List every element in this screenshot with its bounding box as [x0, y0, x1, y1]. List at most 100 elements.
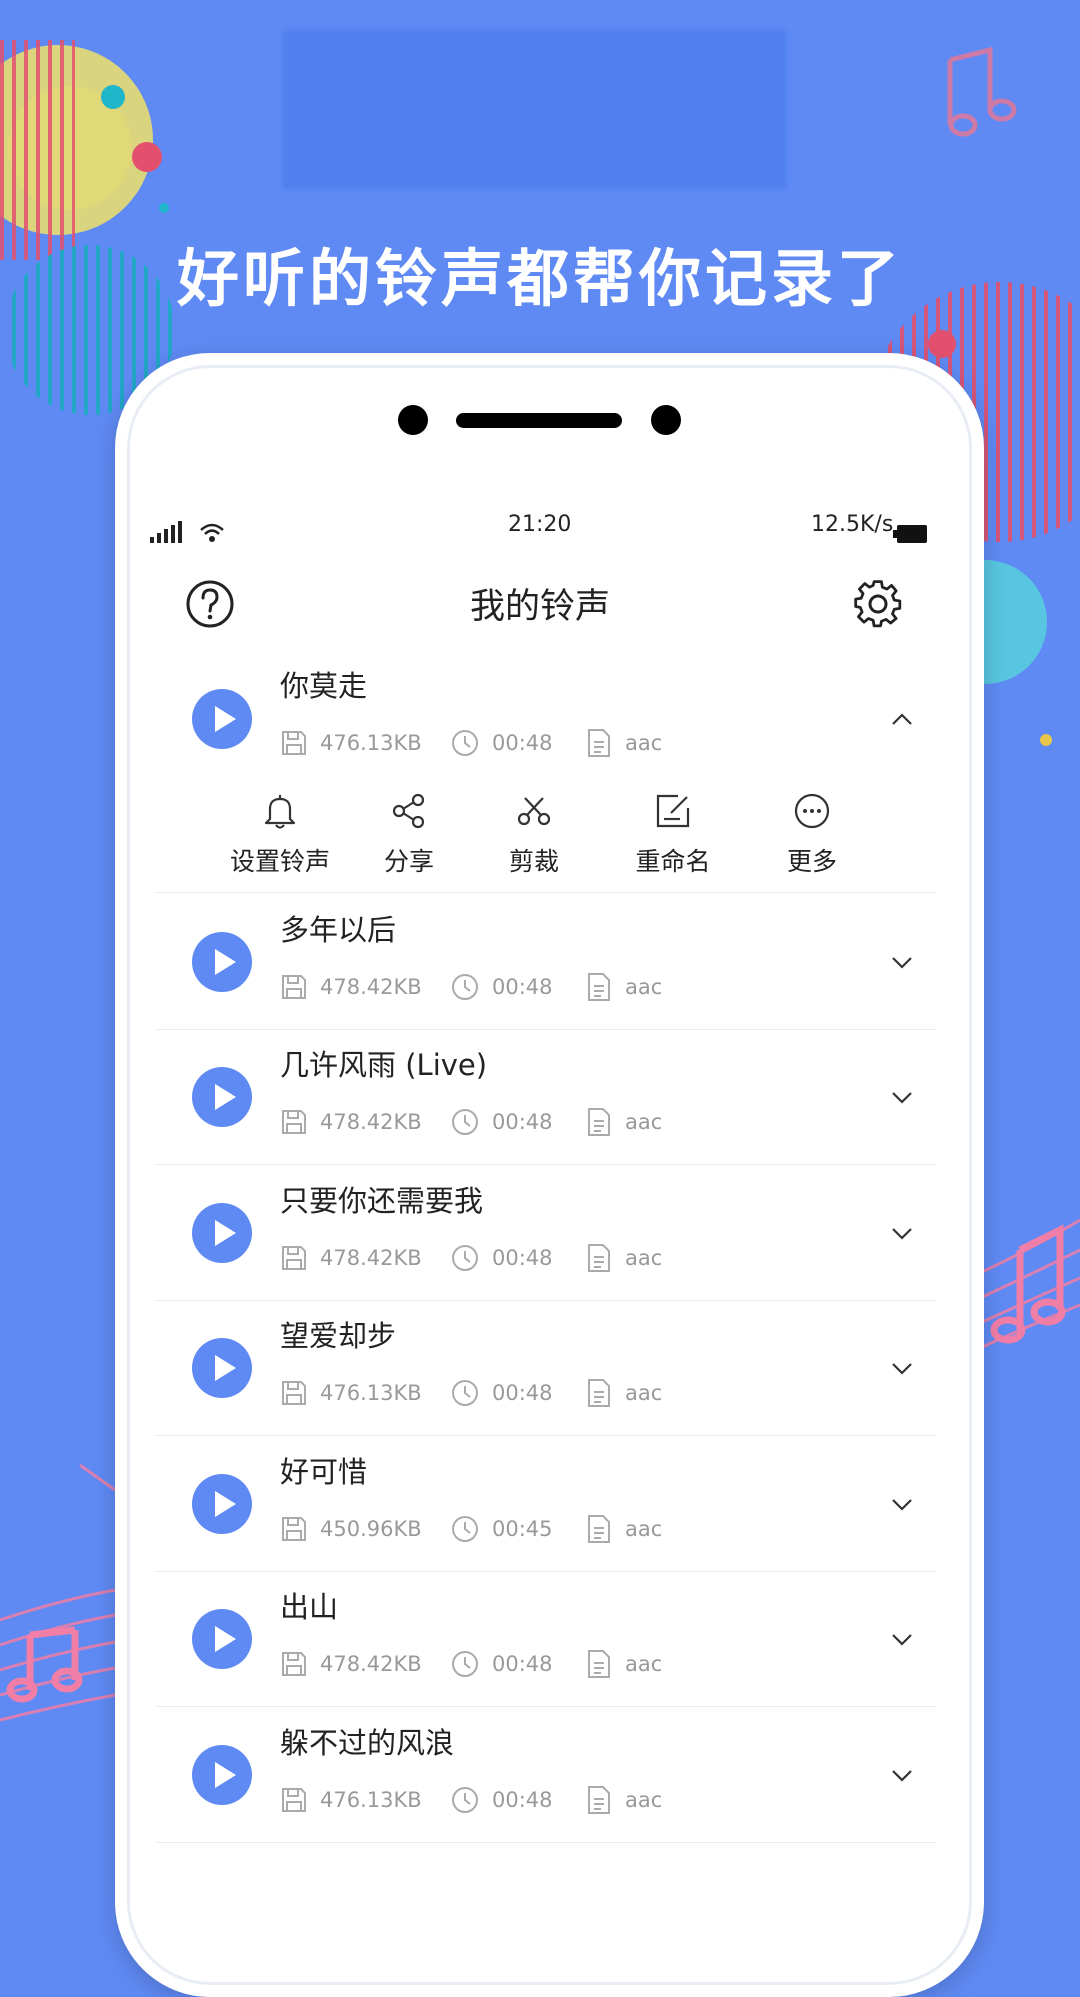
play-button[interactable] — [192, 1473, 252, 1534]
play-icon — [215, 948, 236, 975]
ringtone-title: 望爱却步 — [280, 1319, 397, 1353]
ringtone-size: 478.42KB — [280, 1243, 422, 1273]
chevron-down-icon[interactable] — [889, 1494, 915, 1514]
ringtone-size: 450.96KB — [280, 1514, 422, 1544]
ringtone-format: aac — [585, 1785, 662, 1815]
ringtone-format-value: aac — [625, 1381, 663, 1405]
ringtone-title: 你莫走 — [280, 669, 368, 703]
file-size-icon — [282, 1652, 306, 1676]
ringtone-duration-value: 00:48 — [492, 1381, 553, 1405]
share-icon — [392, 793, 425, 829]
play-button[interactable] — [192, 1066, 252, 1127]
file-size-icon — [282, 731, 306, 755]
clock-icon — [452, 730, 478, 756]
ringtone-size-value: 476.13KB — [320, 731, 422, 755]
file-size-icon — [282, 1381, 306, 1405]
ringtone-size-value: 476.13KB — [320, 1381, 422, 1405]
clock-icon — [452, 1109, 478, 1135]
trim-label: 剪裁 — [508, 847, 559, 876]
ringtone-size: 476.13KB — [280, 728, 422, 758]
chevron-down-icon[interactable] — [889, 1358, 915, 1378]
ringtone-size: 476.13KB — [280, 1785, 422, 1815]
more-label: 更多 — [786, 847, 837, 876]
play-button[interactable] — [192, 931, 252, 992]
chevron-up-icon[interactable] — [889, 709, 915, 729]
promo-headline: 好听的铃声都帮你记录了 — [176, 242, 903, 315]
file-format-icon — [588, 1379, 610, 1407]
status-time: 21:20 — [508, 512, 572, 537]
play-button[interactable] — [192, 1337, 252, 1398]
gear-icon[interactable] — [852, 578, 904, 630]
page-title: 我的铃声 — [469, 587, 610, 627]
ringtone-format: aac — [585, 728, 662, 758]
more-icon — [794, 793, 830, 829]
ringtone-size: 478.42KB — [280, 1649, 422, 1679]
ringtone-format-value: aac — [625, 731, 663, 755]
play-icon — [215, 1761, 236, 1788]
ringtone-size: 476.13KB — [280, 1378, 422, 1408]
more-button[interactable]: 更多 — [747, 788, 877, 878]
rename-button[interactable]: 重命名 — [608, 788, 738, 878]
play-button[interactable] — [192, 1744, 252, 1805]
expanded-actions: 设置铃声 分享 剪裁 重命名 更多 — [155, 788, 937, 893]
ringtone-format: aac — [585, 972, 662, 1002]
ringtone-format-value: aac — [625, 1788, 663, 1812]
ringtone-duration: 00:48 — [450, 1785, 553, 1815]
ringtone-row[interactable]: 几许风雨 (Live) 478.42KB 00:48 aac — [155, 1029, 937, 1165]
battery-icon — [893, 525, 927, 543]
clock-icon — [452, 1516, 478, 1542]
scissors-icon — [517, 797, 551, 826]
ringtone-format: aac — [585, 1243, 662, 1273]
ringtone-duration-value: 00:48 — [492, 1110, 553, 1134]
ringtone-duration: 00:48 — [450, 1107, 553, 1137]
ringtone-duration-value: 00:48 — [492, 731, 553, 755]
set-ringtone-button[interactable]: 设置铃声 — [215, 788, 345, 878]
ringtone-size-value: 478.42KB — [320, 1652, 422, 1676]
chevron-down-icon[interactable] — [889, 952, 915, 972]
camera-dot — [398, 405, 428, 435]
ringtone-row[interactable]: 只要你还需要我 478.42KB 00:48 aac — [155, 1165, 937, 1301]
ringtone-format-value: aac — [625, 1652, 663, 1676]
file-size-icon — [282, 1517, 306, 1541]
ringtone-row[interactable]: 你莫走 476.13KB 00:48 aac — [155, 650, 937, 788]
ringtone-size-value: 476.13KB — [320, 1788, 422, 1812]
chevron-down-icon[interactable] — [889, 1223, 915, 1243]
play-button[interactable] — [192, 1608, 252, 1669]
play-button[interactable] — [192, 689, 252, 749]
clock-icon — [452, 974, 478, 1000]
file-format-icon — [588, 1244, 610, 1272]
ringtone-format: aac — [585, 1649, 662, 1679]
ringtone-format: aac — [585, 1514, 662, 1544]
file-size-icon — [282, 975, 306, 999]
chevron-down-icon[interactable] — [889, 1629, 915, 1649]
set-ringtone-label: 设置铃声 — [229, 847, 330, 876]
share-button[interactable]: 分享 — [344, 788, 474, 878]
ringtone-title: 出山 — [280, 1590, 339, 1624]
sensor-dot — [651, 405, 681, 435]
play-icon — [215, 706, 236, 732]
ringtone-row[interactable]: 多年以后 478.42KB 00:48 aac — [155, 894, 937, 1030]
network-speed: 12.5K/s — [811, 512, 894, 537]
file-format-icon — [588, 1515, 610, 1543]
ringtone-size: 478.42KB — [280, 972, 422, 1002]
trim-button[interactable]: 剪裁 — [469, 788, 599, 878]
play-button[interactable] — [192, 1202, 252, 1263]
ringtone-duration-value: 00:48 — [492, 975, 553, 999]
ringtone-format-value: aac — [625, 975, 663, 999]
ringtone-row[interactable]: 望爱却步 476.13KB 00:48 aac — [155, 1300, 937, 1436]
ringtone-row[interactable]: 出山 478.42KB 00:48 aac — [155, 1571, 937, 1707]
ringtone-format-value: aac — [625, 1246, 663, 1270]
ringtone-title: 好可惜 — [280, 1455, 368, 1489]
signal-icon — [150, 521, 182, 543]
file-size-icon — [282, 1788, 306, 1812]
chevron-down-icon[interactable] — [889, 1087, 915, 1107]
ringtone-duration-value: 00:45 — [492, 1517, 553, 1541]
speaker-grille — [456, 413, 622, 428]
file-size-icon — [282, 1110, 306, 1134]
ringtone-duration: 00:48 — [450, 1649, 553, 1679]
ringtone-row[interactable]: 躲不过的风浪 476.13KB 00:48 aac — [155, 1707, 937, 1843]
chevron-down-icon[interactable] — [889, 1765, 915, 1785]
edit-icon — [656, 794, 690, 828]
ringtone-size-value: 478.42KB — [320, 975, 422, 999]
ringtone-row[interactable]: 好可惜 450.96KB 00:45 aac — [155, 1436, 937, 1572]
